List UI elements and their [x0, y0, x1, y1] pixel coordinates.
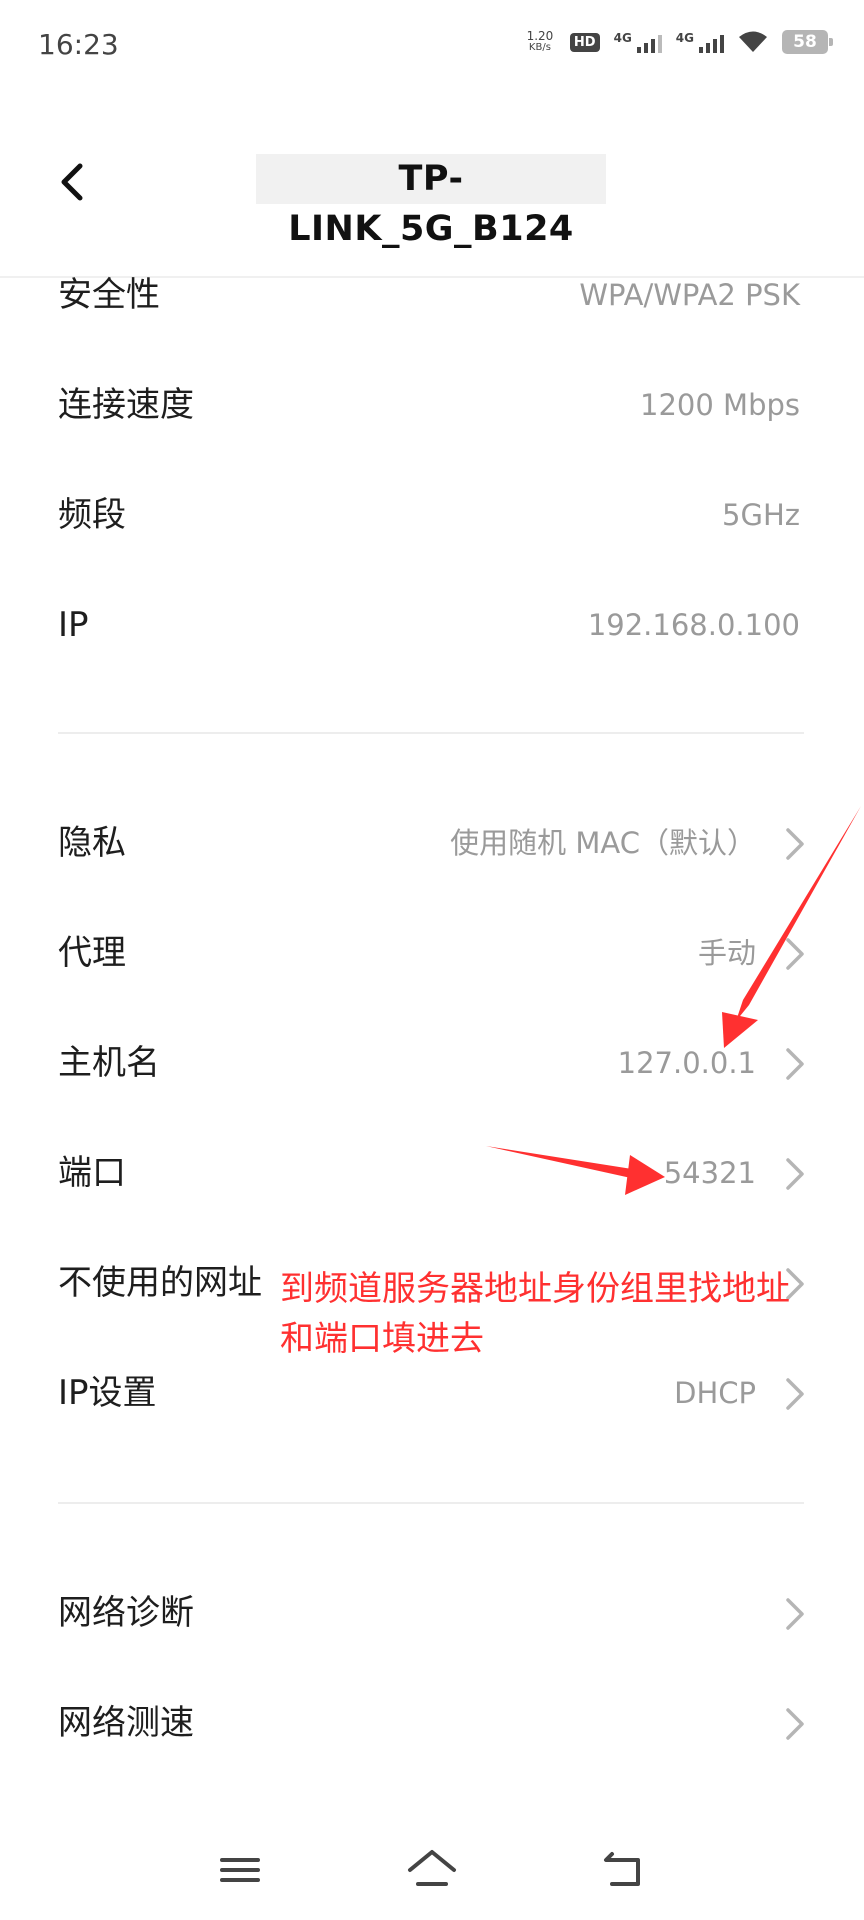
row-network-diagnosis[interactable]: 网络诊断 [0, 1558, 864, 1668]
chevron-right-icon [786, 1378, 804, 1410]
annotation-line1: 到频道服务器地址身份组里找地址 [280, 1269, 790, 1309]
screen: 16:23 1.20 KB/s HD 4G 4G 58 TP-LINK_5G_B… [0, 0, 864, 1920]
row-label: 不使用的网址 [58, 1263, 262, 1303]
sim2-network-type: 4G [675, 31, 694, 45]
row-label: 主机名 [58, 1043, 160, 1083]
annotation-line2: 和端口填进去 [280, 1319, 484, 1359]
row-value: 手动 [697, 936, 756, 970]
row-value: 1200 Mbps [640, 388, 800, 422]
home-icon[interactable] [402, 1840, 462, 1900]
row-label: 网络测速 [58, 1703, 194, 1743]
status-bar: 16:23 1.20 KB/s HD 4G 4G 58 [0, 0, 864, 96]
network-speed-unit: KB/s [528, 42, 551, 53]
section-divider [58, 1502, 804, 1504]
sim2-signal-icon: 4G [676, 31, 724, 53]
annotation-text: 到频道服务器地址身份组里找地址 和端口填进去 [280, 1264, 840, 1364]
status-time: 16:23 [38, 28, 119, 61]
network-speed: 1.20 KB/s [524, 30, 556, 54]
row-value: 192.168.0.100 [587, 608, 800, 642]
system-nav-bar [0, 1820, 864, 1920]
back-icon[interactable] [594, 1840, 654, 1900]
row-label: 频段 [58, 495, 126, 535]
row-ip-address: IP 192.168.0.100 [0, 570, 864, 680]
row-value: 54321 [663, 1156, 756, 1190]
row-value: 5GHz [722, 498, 800, 532]
chevron-right-icon [786, 938, 804, 970]
chevron-right-icon [786, 1048, 804, 1080]
row-frequency-band: 频段 5GHz [0, 460, 864, 570]
chevron-right-icon [786, 1598, 804, 1630]
sim1-network-type: 4G [613, 31, 632, 45]
wifi-icon [739, 31, 767, 52]
menu-icon[interactable] [210, 1840, 270, 1900]
section-divider [58, 732, 804, 734]
hd-voice-icon: HD [569, 32, 600, 52]
row-value: 使用随机 MAC（默认） [450, 826, 756, 860]
chevron-right-icon [786, 1158, 804, 1190]
row-proxy[interactable]: 代理 手动 [0, 898, 864, 1008]
row-label: 网络诊断 [58, 1593, 194, 1633]
row-security: 安全性 WPA/WPA2 PSK [0, 240, 864, 350]
chevron-left-icon[interactable] [48, 152, 100, 212]
row-label: 端口 [58, 1153, 126, 1193]
battery-icon: 58 [782, 30, 833, 54]
battery-level: 58 [793, 32, 817, 52]
chevron-right-icon [786, 828, 804, 860]
row-value: WPA/WPA2 PSK [579, 278, 800, 312]
row-link-speed: 连接速度 1200 Mbps [0, 350, 864, 460]
row-label: IP [58, 605, 89, 645]
row-label: 代理 [58, 933, 126, 973]
row-speed-test[interactable]: 网络测速 [0, 1668, 864, 1778]
row-privacy[interactable]: 隐私 使用随机 MAC（默认） [0, 788, 864, 898]
row-label: 连接速度 [58, 385, 194, 425]
row-label: 安全性 [58, 275, 160, 315]
network-speed-value: 1.20 [526, 29, 554, 43]
row-value: 127.0.0.1 [617, 1046, 756, 1080]
row-label: 隐私 [58, 823, 126, 863]
row-label: IP设置 [58, 1373, 157, 1413]
row-port[interactable]: 端口 54321 [0, 1118, 864, 1228]
chevron-right-icon [786, 1708, 804, 1740]
status-icons: 1.20 KB/s HD 4G 4G 58 [524, 30, 833, 54]
sim1-signal-icon: 4G [614, 31, 662, 53]
page-title: TP-LINK_5G_B124 [256, 154, 606, 249]
row-hostname[interactable]: 主机名 127.0.0.1 [0, 1008, 864, 1118]
